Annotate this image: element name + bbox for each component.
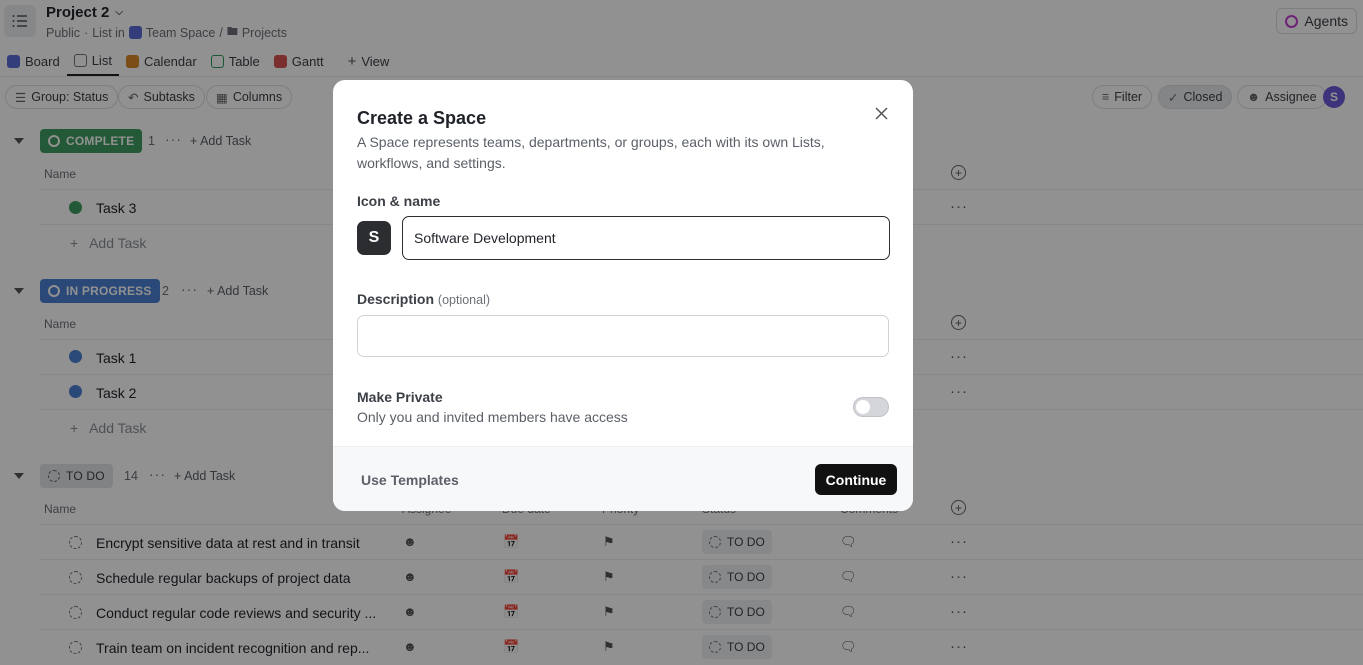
make-private-label: Make Private <box>357 389 443 405</box>
space-name-input[interactable] <box>402 216 890 260</box>
close-button[interactable] <box>870 102 892 124</box>
optional-hint: (optional) <box>437 293 491 307</box>
close-icon <box>874 106 888 120</box>
space-icon-picker[interactable]: S <box>357 221 391 255</box>
dialog-title: Create a Space <box>357 108 487 128</box>
dialog-footer: Use Templates Continue <box>333 446 913 511</box>
dialog-description: A Space represents teams, departments, o… <box>357 134 825 171</box>
description-label-text: Description <box>357 291 435 307</box>
toggle-knob <box>856 400 870 414</box>
create-space-dialog: Create a Space A Space represents teams,… <box>333 80 913 511</box>
use-templates-button[interactable]: Use Templates <box>361 472 459 488</box>
make-private-toggle[interactable] <box>853 397 889 417</box>
make-private-description: Only you and invited members have access <box>357 409 628 425</box>
icon-name-label: Icon & name <box>357 193 441 209</box>
description-input[interactable] <box>357 315 889 357</box>
continue-button[interactable]: Continue <box>815 464 897 495</box>
description-label: Description (optional) <box>357 291 490 307</box>
